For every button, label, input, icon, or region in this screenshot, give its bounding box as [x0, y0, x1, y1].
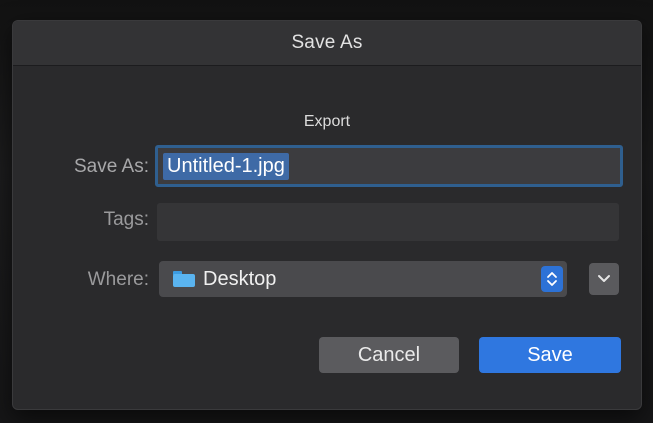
tags-label: Tags:	[103, 209, 149, 230]
dialog-titlebar: Save As	[13, 21, 641, 66]
folder-icon	[173, 271, 195, 287]
expand-dialog-button[interactable]	[589, 263, 619, 295]
dialog-title: Save As	[291, 32, 363, 53]
save-as-label: Save As:	[74, 156, 149, 177]
cancel-button[interactable]: Cancel	[319, 337, 459, 373]
tags-field[interactable]	[157, 203, 619, 241]
chevron-down-icon	[598, 275, 610, 282]
up-down-chevron-icon[interactable]	[541, 266, 563, 292]
where-label: Where:	[87, 269, 149, 290]
save-as-dialog: Save As Export Save As: Untitled-1.jpg T…	[12, 20, 642, 410]
where-location-popup[interactable]: Desktop	[159, 261, 567, 297]
filename-field[interactable]: Untitled-1.jpg	[155, 145, 623, 187]
where-location-value: Desktop	[203, 267, 277, 290]
filename-selected-text[interactable]: Untitled-1.jpg	[163, 152, 289, 180]
dialog-subtitle: Export	[303, 113, 351, 130]
save-button[interactable]: Save	[479, 337, 621, 373]
